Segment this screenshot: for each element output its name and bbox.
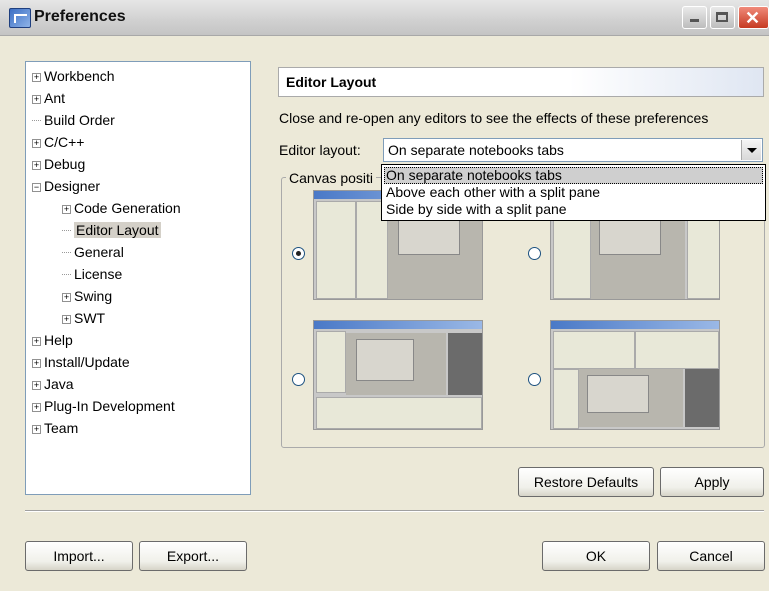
expand-icon[interactable]: + (32, 380, 41, 390)
collapse-icon[interactable]: − (32, 182, 41, 192)
tree-line (62, 252, 71, 254)
tree-item-ant[interactable]: + Ant (32, 88, 65, 109)
page-description: Close and re-open any editors to see the… (279, 110, 709, 126)
ok-button[interactable]: OK (542, 541, 650, 571)
canvas-position-radio-4[interactable] (528, 373, 541, 386)
tree-item-designer[interactable]: − Designer (32, 176, 100, 197)
tree-item-help[interactable]: + Help (32, 330, 73, 351)
maximize-icon (716, 12, 728, 22)
page-header: Editor Layout (278, 67, 764, 97)
tree-item-workbench[interactable]: + Workbench (32, 66, 115, 87)
editor-layout-value: On separate notebooks tabs (388, 142, 564, 158)
canvas-position-radio-3[interactable] (292, 373, 305, 386)
expand-icon[interactable]: + (62, 314, 71, 324)
canvas-position-label: Canvas positi (286, 170, 377, 186)
canvas-position-radio-2[interactable] (528, 247, 541, 260)
import-button[interactable]: Import... (25, 541, 133, 571)
expand-icon[interactable]: + (32, 72, 41, 82)
tree-item-swt[interactable]: + SWT (62, 308, 105, 329)
canvas-position-radio-1[interactable] (292, 247, 305, 260)
editor-layout-combo[interactable]: On separate notebooks tabs (383, 138, 763, 162)
close-button[interactable]: ✕ (738, 6, 769, 29)
preferences-app-icon (9, 8, 31, 28)
expand-icon[interactable]: + (32, 336, 41, 346)
export-button[interactable]: Export... (139, 541, 247, 571)
tree-item-license[interactable]: License (62, 264, 122, 285)
expand-icon[interactable]: + (32, 138, 41, 148)
tree-item-build-order[interactable]: Build Order (32, 110, 115, 131)
tree-item-debug[interactable]: + Debug (32, 154, 85, 175)
tree-line (62, 230, 71, 232)
minimize-icon (690, 19, 699, 22)
window-title: Preferences (34, 8, 126, 25)
expand-icon[interactable]: + (32, 424, 41, 434)
close-icon: ✕ (745, 8, 761, 28)
tree-item-install-update[interactable]: + Install/Update (32, 352, 130, 373)
tree-item-code-generation[interactable]: + Code Generation (62, 198, 181, 219)
chevron-down-icon[interactable] (741, 140, 761, 160)
tree-item-java[interactable]: + Java (32, 374, 74, 395)
preferences-tree[interactable]: + Workbench + Ant Build Order + C/C++ + Debu… (25, 61, 251, 495)
editor-layout-label: Editor layout: (279, 142, 361, 158)
tree-item-plugin-development[interactable]: + Plug-In Development (32, 396, 175, 417)
canvas-position-thumbnail-3[interactable] (313, 320, 483, 430)
tree-item-general[interactable]: General (62, 242, 124, 263)
dropdown-option[interactable]: Side by side with a split pane (384, 201, 763, 218)
expand-icon[interactable]: + (62, 292, 71, 302)
dropdown-option[interactable]: On separate notebooks tabs (384, 167, 763, 184)
tree-line (62, 274, 71, 276)
expand-icon[interactable]: + (32, 358, 41, 368)
maximize-button[interactable] (710, 6, 735, 29)
tree-item-cpp[interactable]: + C/C++ (32, 132, 84, 153)
apply-button[interactable]: Apply (660, 467, 764, 497)
expand-icon[interactable]: + (32, 160, 41, 170)
minimize-button[interactable] (682, 6, 707, 29)
tree-item-swing[interactable]: + Swing (62, 286, 112, 307)
dropdown-option[interactable]: Above each other with a split pane (384, 184, 763, 201)
title-bar: Preferences ✕ (0, 0, 769, 36)
expand-icon[interactable]: + (32, 94, 41, 104)
page-title: Editor Layout (286, 74, 377, 90)
canvas-position-thumbnail-4[interactable] (550, 320, 720, 430)
cancel-button[interactable]: Cancel (657, 541, 765, 571)
expand-icon[interactable]: + (62, 204, 71, 214)
editor-layout-dropdown[interactable]: On separate notebooks tabs Above each ot… (381, 164, 766, 221)
tree-line (32, 120, 41, 122)
tree-item-team[interactable]: + Team (32, 418, 78, 439)
tree-item-editor-layout[interactable]: Editor Layout (62, 220, 161, 241)
restore-defaults-button[interactable]: Restore Defaults (518, 467, 654, 497)
separator (25, 510, 764, 512)
expand-icon[interactable]: + (32, 402, 41, 412)
